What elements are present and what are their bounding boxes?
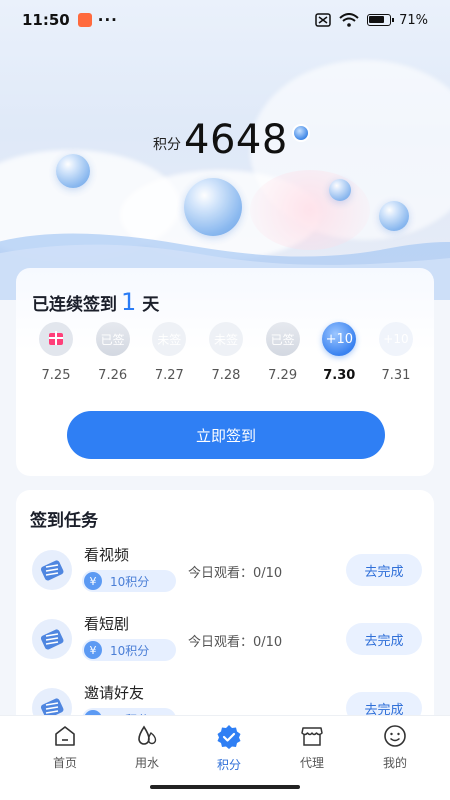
nav-label: 积分 bbox=[216, 758, 241, 772]
yen-icon: ¥ bbox=[84, 641, 102, 659]
task-item: 看短剧 ¥ 10积分 今日观看：0/10 去完成 bbox=[16, 613, 434, 673]
streak-count: 1 bbox=[121, 288, 137, 316]
more-notifications-icon: ··· bbox=[97, 11, 118, 29]
checkin-title-suffix: 天 bbox=[142, 295, 160, 315]
checkin-title-prefix: 已连续签到 bbox=[32, 295, 117, 315]
checkin-day[interactable]: 7.25 bbox=[36, 322, 76, 383]
day-badge: +10 bbox=[322, 322, 357, 356]
task-progress: 今日观看：0/10 bbox=[188, 566, 283, 581]
task-reward: ¥ 10积分 bbox=[82, 639, 176, 661]
day-date: 7.30 bbox=[323, 368, 356, 383]
day-date: 7.27 bbox=[154, 368, 184, 383]
nav-label: 代理 bbox=[299, 756, 324, 770]
wifi-icon bbox=[339, 13, 359, 27]
task-icon bbox=[32, 550, 72, 590]
checkin-title: 已连续签到 1 天 bbox=[32, 288, 159, 316]
bubble-decoration bbox=[56, 154, 90, 188]
day-date: 7.26 bbox=[98, 368, 128, 383]
smiley-icon bbox=[384, 725, 406, 747]
tasks-card: 签到任务 看视频 ¥ 10积分 今日观看：0/10 去完成 看短剧 ¥ 10积分… bbox=[16, 490, 434, 730]
app-notification-icon bbox=[77, 13, 92, 27]
checkin-days: 7.25 已签 7.26 未签 7.27 未签 7.28 已签 7.29 +10… bbox=[36, 322, 416, 383]
day-badge: +10 bbox=[378, 322, 413, 356]
task-reward-points: 10积分 bbox=[110, 574, 150, 589]
day-badge: 已签 bbox=[95, 322, 130, 356]
day-date: 7.31 bbox=[381, 368, 411, 383]
nav-item-water[interactable]: 用水 bbox=[117, 724, 177, 771]
checkin-day[interactable]: +10 7.31 bbox=[376, 322, 416, 383]
day-date: 7.25 bbox=[41, 368, 71, 383]
checkin-now-button[interactable]: 立即签到 bbox=[67, 411, 385, 459]
status-time: 11:50 bbox=[22, 11, 70, 29]
checkin-day-today[interactable]: +10 7.30 bbox=[319, 322, 359, 383]
task-go-button[interactable]: 去完成 bbox=[346, 554, 422, 586]
store-icon bbox=[301, 727, 323, 746]
points-value: 4648 bbox=[184, 117, 288, 163]
points-badge-icon bbox=[217, 725, 241, 749]
nav-item-agent[interactable]: 代理 bbox=[282, 724, 342, 771]
status-bar: 11:50 ··· 71% bbox=[0, 0, 450, 40]
day-date: 7.29 bbox=[268, 368, 298, 383]
nav-label: 用水 bbox=[134, 756, 159, 770]
task-name: 看短剧 bbox=[84, 615, 130, 633]
gift-icon bbox=[39, 322, 73, 356]
task-icon bbox=[32, 619, 72, 659]
nav-label: 首页 bbox=[52, 756, 77, 770]
home-icon bbox=[55, 726, 75, 746]
checkin-day[interactable]: 已签 7.26 bbox=[93, 322, 133, 383]
task-reward-points: 10积分 bbox=[110, 643, 150, 658]
yen-icon: ¥ bbox=[84, 572, 102, 590]
nav-label: 我的 bbox=[382, 756, 407, 770]
no-sim-icon bbox=[315, 13, 331, 27]
checkin-day[interactable]: 未签 7.27 bbox=[149, 322, 189, 383]
points-label: 积分 bbox=[153, 137, 181, 153]
water-drop-icon bbox=[138, 725, 157, 745]
nav-item-mine[interactable]: 我的 bbox=[365, 724, 425, 771]
nav-item-points[interactable]: 积分 bbox=[199, 724, 259, 773]
task-go-button[interactable]: 去完成 bbox=[346, 623, 422, 655]
coin-icon bbox=[291, 124, 310, 142]
checkin-card: 已连续签到 1 天 7.25 已签 7.26 未签 7.27 未签 7.28 已… bbox=[16, 268, 434, 476]
day-badge: 未签 bbox=[208, 322, 243, 356]
battery-level: 71% bbox=[399, 12, 428, 28]
battery-icon bbox=[367, 14, 395, 26]
day-badge: 未签 bbox=[152, 322, 187, 356]
day-badge: 已签 bbox=[265, 322, 300, 356]
task-progress: 今日观看：0/10 bbox=[188, 635, 283, 650]
task-reward: ¥ 10积分 bbox=[82, 570, 176, 592]
home-indicator[interactable] bbox=[150, 785, 300, 789]
bubble-decoration bbox=[329, 179, 351, 201]
task-name: 看视频 bbox=[84, 546, 130, 564]
points-balance: 积分 4648 bbox=[153, 118, 310, 162]
nav-item-home[interactable]: 首页 bbox=[35, 724, 95, 771]
task-item: 看视频 ¥ 10积分 今日观看：0/10 去完成 bbox=[16, 544, 434, 604]
task-name: 邀请好友 bbox=[84, 684, 145, 702]
checkin-day[interactable]: 已签 7.29 bbox=[263, 322, 303, 383]
checkin-day[interactable]: 未签 7.28 bbox=[206, 322, 246, 383]
tasks-title: 签到任务 bbox=[30, 511, 98, 531]
day-date: 7.28 bbox=[211, 368, 241, 383]
